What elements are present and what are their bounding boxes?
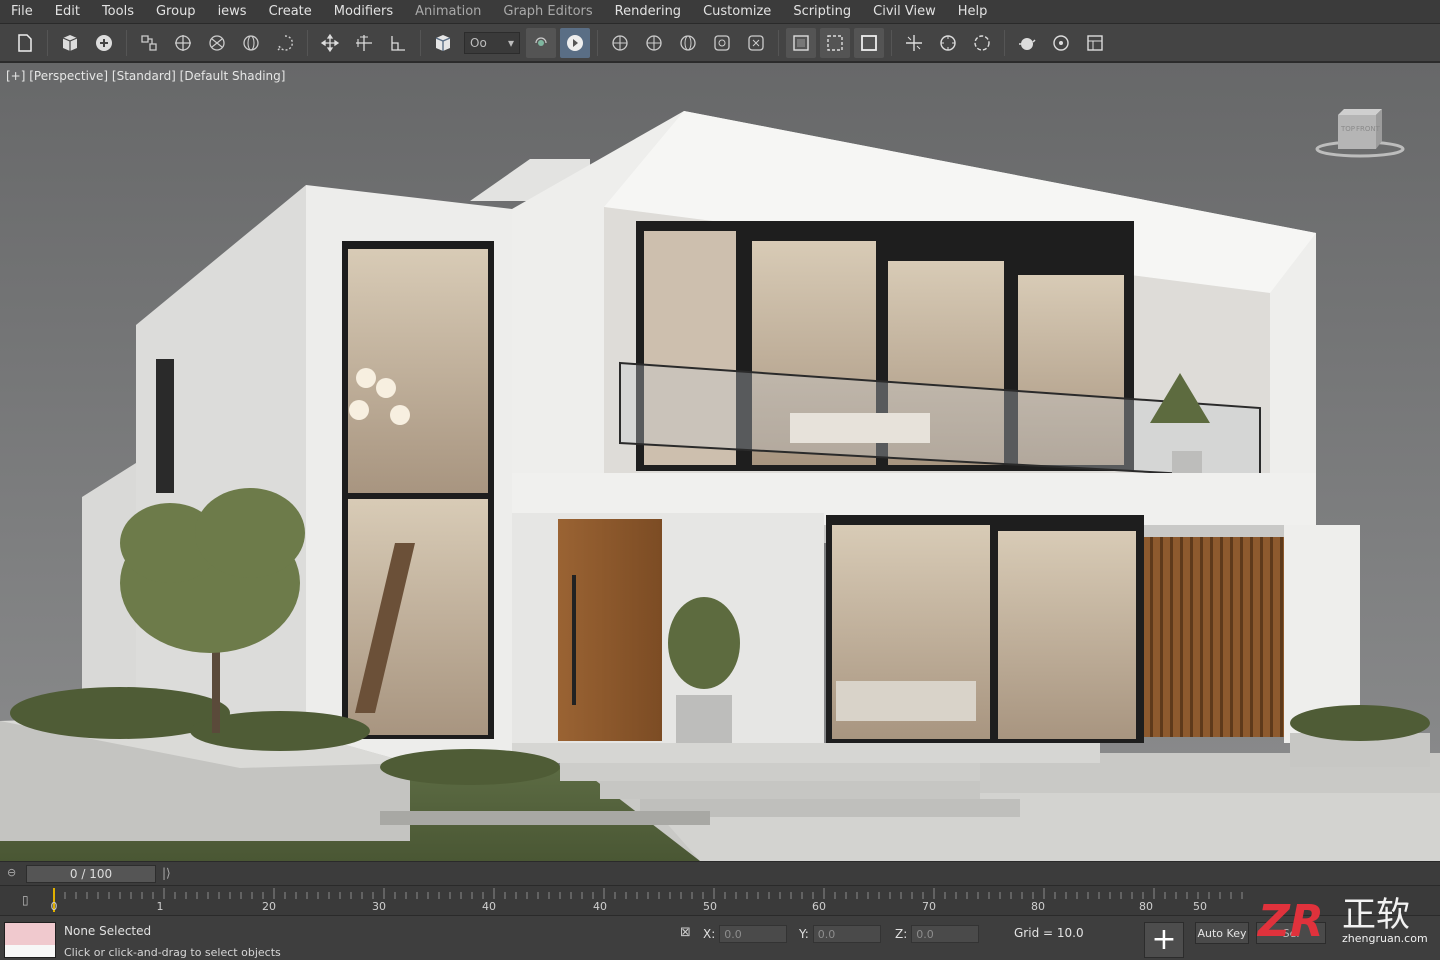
time-slider-bar: ⊖ 0 / 100 |⟩	[0, 861, 1440, 885]
y-coordinate: Y: 0.0	[799, 924, 881, 944]
tick-label: 70	[922, 900, 936, 913]
align-icon[interactable]	[707, 28, 737, 58]
select-rotate-icon[interactable]	[349, 28, 379, 58]
time-slider[interactable]: 0 / 100	[26, 865, 156, 883]
viewcube[interactable]: TOP FRONT	[1314, 101, 1406, 165]
link-icon[interactable]	[134, 28, 164, 58]
x-coordinate: X: 0.0	[703, 924, 788, 944]
logo-domain: zhengruan.com	[1342, 932, 1428, 945]
toolbar-separator	[778, 29, 779, 56]
add-time-tag-button[interactable]: +	[1144, 922, 1184, 958]
toolbar-separator	[126, 29, 127, 56]
toolbar-separator	[420, 29, 421, 56]
render-setup-icon[interactable]	[899, 28, 929, 58]
next-frame-icon[interactable]: |⟩	[162, 866, 171, 880]
prompt-line: Click or click-and-drag to select object…	[64, 946, 281, 959]
menu-graph-editors[interactable]: Graph Editors	[492, 0, 603, 24]
menu-tools[interactable]: Tools	[91, 0, 145, 24]
menu-help[interactable]: Help	[947, 0, 999, 24]
menu-modifiers[interactable]: Modifiers	[323, 0, 404, 24]
menu-file[interactable]: File	[0, 0, 44, 24]
selection-filter-icon[interactable]	[236, 28, 266, 58]
menu-animation[interactable]: Animation	[404, 0, 492, 24]
menu-create[interactable]: Create	[258, 0, 323, 24]
tick-label: 50	[703, 900, 717, 913]
watermark-logo: ZR 正软 zhengruan.com	[1256, 895, 1428, 947]
tick-label: 80	[1031, 900, 1045, 913]
menu-edit[interactable]: Edit	[44, 0, 91, 24]
app-window: File Edit Tools Group iews Create Modifi…	[0, 0, 1440, 960]
track-bar[interactable]: ▯ 0 1 20 30 40 40 50 60 70 80 80 50	[0, 885, 1440, 915]
menu-customize[interactable]: Customize	[692, 0, 782, 24]
main-toolbar: Oo ▾	[0, 24, 1440, 62]
tick-label: 0	[50, 900, 58, 913]
menu-bar: File Edit Tools Group iews Create Modifi…	[0, 0, 1440, 24]
tick-label: 60	[812, 900, 826, 913]
viewcube-top-label: TOP	[1340, 125, 1355, 133]
tick-label: 50	[1193, 900, 1207, 913]
select-move-icon[interactable]	[315, 28, 345, 58]
render-icon[interactable]	[967, 28, 997, 58]
grid-size: Grid = 10.0	[1014, 926, 1084, 940]
auto-key-button[interactable]: Auto Key	[1195, 922, 1249, 944]
teapot-render-icon[interactable]	[1012, 28, 1042, 58]
schematic-view-icon[interactable]	[820, 27, 850, 58]
environment-icon[interactable]	[1046, 28, 1076, 58]
tick-label: 30	[372, 900, 386, 913]
curve-editor-icon[interactable]	[786, 27, 816, 58]
rendered-frame-icon[interactable]	[933, 28, 963, 58]
chevron-down-icon: ▾	[507, 35, 514, 50]
unlink-icon[interactable]	[168, 28, 198, 58]
toolbar-separator	[47, 29, 48, 56]
absolute-mode-icon[interactable]: ⊠	[680, 925, 691, 940]
bind-warp-icon[interactable]	[202, 28, 232, 58]
logo-mark: ZR	[1256, 896, 1324, 947]
z-input[interactable]: 0.0	[911, 925, 980, 943]
z-coordinate: Z: 0.0	[895, 924, 980, 944]
new-scene-icon[interactable]	[10, 28, 40, 58]
save-scene-icon[interactable]	[89, 28, 119, 58]
maxscript-listener-swatch[interactable]	[4, 922, 56, 958]
viewport-label[interactable]: [+] [Perspective] [Standard] [Default Sh…	[6, 69, 285, 83]
angle-snap-icon[interactable]	[605, 28, 635, 58]
tick-label: 40	[482, 900, 496, 913]
mirror-icon[interactable]	[673, 28, 703, 58]
scene-render	[0, 63, 1440, 861]
menu-scripting[interactable]: Scripting	[782, 0, 862, 24]
toolbar-separator	[307, 29, 308, 56]
snap-toggle-icon[interactable]	[526, 27, 556, 58]
menu-group[interactable]: Group	[145, 0, 207, 24]
tick-label: 1	[156, 900, 164, 913]
layer-manager-icon[interactable]	[741, 28, 771, 58]
track-ticks	[53, 888, 1243, 899]
select-region-icon[interactable]	[270, 28, 300, 58]
time-config-icon[interactable]: ⊖	[7, 866, 16, 879]
menu-rendering[interactable]: Rendering	[604, 0, 692, 24]
toolbar-separator	[1004, 29, 1005, 56]
viewcube-front-label: FRONT	[1356, 125, 1381, 133]
selection-combo[interactable]: Oo ▾	[464, 31, 520, 54]
toolbar-separator	[597, 29, 598, 56]
percent-snap-icon[interactable]	[639, 28, 669, 58]
y-input[interactable]: 0.0	[812, 925, 881, 943]
open-scene-icon[interactable]	[55, 28, 85, 58]
status-bar: None Selected Click or click-and-drag to…	[0, 915, 1440, 960]
tick-label: 40	[593, 900, 607, 913]
toolbar-separator	[891, 29, 892, 56]
tick-label: 80	[1139, 900, 1153, 913]
material-editor-icon[interactable]	[854, 27, 884, 58]
selection-status: None Selected	[64, 924, 152, 938]
tick-label: 20	[262, 900, 276, 913]
3d-snap-icon[interactable]	[428, 28, 458, 58]
select-scale-icon[interactable]	[383, 28, 413, 58]
perspective-viewport[interactable]: [+] [Perspective] [Standard] [Default Sh…	[0, 63, 1440, 861]
menu-views[interactable]: iews	[207, 0, 258, 24]
menu-civil-view[interactable]: Civil View	[862, 0, 947, 24]
plus-icon: +	[1151, 922, 1177, 957]
logo-chinese: 正软	[1342, 895, 1410, 935]
render-frame-window-icon[interactable]	[1080, 28, 1110, 58]
x-input[interactable]: 0.0	[719, 925, 788, 943]
spinner-snap-icon[interactable]	[560, 27, 590, 58]
